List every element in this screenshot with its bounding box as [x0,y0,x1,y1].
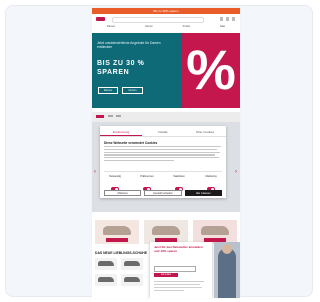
product-grid [95,258,145,294]
consent-buttons: Ablehnen Auswahl erlauben Alle zulassen [104,190,222,196]
nav-item-damen[interactable]: Damen [107,25,115,28]
tab-details[interactable]: Details [142,129,184,136]
hero-button-damen[interactable]: Damen [98,87,118,94]
category-label: Notwendig [109,175,121,178]
hero-button-herren[interactable]: Herren [122,87,143,94]
allow-all-button[interactable]: Alle zulassen [184,190,222,196]
allow-selection-button[interactable]: Auswahl erlauben [144,190,182,196]
person-head [222,244,232,254]
product-card[interactable] [121,258,143,270]
brand-logo[interactable] [96,17,105,21]
hero-headline-line2: SPAREN [97,68,130,76]
consent-title: Diese Webseite verwendet Cookies [104,141,158,145]
newsletter-text-line [154,284,200,285]
website-screenshot: Bis zu 30% sparen Damen Herren Kinder Sa… [92,8,240,298]
tab-about-cookies[interactable]: Über Cookies [184,129,226,136]
category-tile[interactable] [95,220,139,244]
chevron-right-icon[interactable]: › [235,168,239,176]
cookie-consent-dialog: Zustimmung Details Über Cookies Diese We… [100,126,226,198]
category-tile[interactable] [144,220,188,244]
newsletter-image [214,242,240,298]
category-label: Präferenzen [140,175,154,178]
consent-categories: Notwendig Präferenzen Statistiken Market… [104,175,222,191]
product-card[interactable] [95,258,117,270]
shoe-image [103,226,131,235]
category-label: Statistiken [173,175,185,178]
secondary-strip [92,112,240,122]
nav-item-sale[interactable]: Sale [220,25,225,28]
hero-headline: BIS ZU 30 % SPAREN [97,60,167,77]
hero-text: Jetzt unwiderstehliche Angebote für Dame… [97,41,161,49]
newsletter-popup: Jetzt für den Newsletter anmelden und 10… [150,242,212,298]
header-icons[interactable] [220,17,236,21]
shoe-image [152,226,180,235]
nav-item-kinder[interactable]: Kinder [183,25,191,28]
shoe-image [201,226,229,235]
category-label: Marketing [205,175,217,178]
product-image [124,261,140,266]
product-image [124,277,140,282]
category-preferences: Präferenzen [136,175,158,191]
tile-label [106,238,128,242]
product-image [98,277,114,282]
tab-consent[interactable]: Zustimmung [100,129,142,136]
consent-body-text [104,146,221,163]
newsletter-text-line [154,281,204,282]
main-nav: Damen Herren Kinder Sale [92,24,240,29]
newsletter-text-line [154,290,184,291]
section-title: DAS NEUE LIEBLINGS-SCHUHE [95,251,147,255]
consent-tabs: Zustimmung Details Über Cookies [100,129,226,136]
product-card[interactable] [121,274,143,286]
product-image [98,261,114,266]
nav-item-herren[interactable]: Herren [145,25,153,28]
newsletter-text-line [154,287,202,288]
hero-headline-line1: BIS ZU 30 % [97,60,145,67]
category-marketing: Marketing [200,175,222,191]
category-statistics: Statistiken [168,175,190,191]
chevron-left-icon[interactable]: ‹ [94,168,98,176]
percent-icon: % [186,38,236,101]
divider [100,136,226,137]
email-field[interactable] [154,266,196,272]
category-necessary: Notwendig [104,175,126,191]
category-tile[interactable] [193,220,237,244]
percent-panel: % [182,33,240,108]
divider [104,171,222,172]
person-image [218,248,236,298]
product-card[interactable] [95,274,117,286]
hero-banner[interactable]: Jetzt unwiderstehliche Angebote für Dame… [92,33,240,108]
strip-link [116,115,121,117]
newsletter-submit-button[interactable]: Anmelden [154,273,178,277]
strip-logo [96,115,104,118]
search-input[interactable] [112,17,204,23]
deny-button[interactable]: Ablehnen [104,190,142,196]
newsletter-title: Jetzt für den Newsletter anmelden und 10… [154,245,203,253]
strip-link [108,115,113,117]
